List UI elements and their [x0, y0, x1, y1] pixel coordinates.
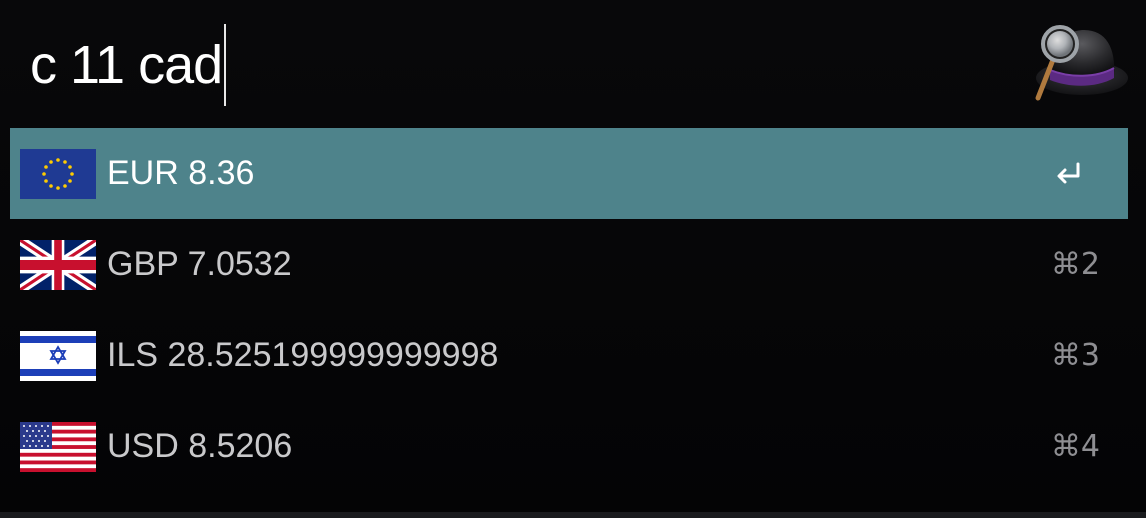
result-label: GBP 7.0532 — [107, 245, 292, 283]
uk-flag-icon — [20, 240, 96, 290]
search-query-text: c 11 cad — [30, 35, 223, 95]
search-input[interactable]: c 11 cad — [30, 24, 227, 106]
result-label: USD 8.5206 — [107, 427, 293, 465]
result-row-ils[interactable]: ILS 28.525199999999998 ⌘3 — [10, 310, 1128, 401]
results-list: EUR 8.36 GBP 7.0532 ⌘2 ILS 28.5251999999… — [10, 128, 1128, 492]
return-key-icon — [1057, 162, 1080, 184]
result-row-eur[interactable]: EUR 8.36 — [10, 128, 1128, 219]
result-label: ILS 28.525199999999998 — [107, 336, 499, 374]
alfred-hat-icon — [1035, 25, 1128, 101]
result-row-gbp[interactable]: GBP 7.0532 ⌘2 — [10, 219, 1128, 310]
launcher-window: c 11 cad EUR 8.36 GBP 7.0532 ⌘2 ILS 28.5… — [0, 0, 1146, 518]
result-label: EUR 8.36 — [107, 154, 255, 192]
us-flag-icon — [20, 422, 96, 472]
shortcut-hint: ⌘4 — [1050, 429, 1100, 464]
result-row-usd[interactable]: USD 8.5206 ⌘4 — [10, 401, 1128, 492]
israel-flag-icon — [20, 331, 96, 381]
shortcut-hint: ⌘3 — [1050, 338, 1100, 373]
shortcut-hint: ⌘2 — [1050, 247, 1100, 282]
search-bar[interactable]: c 11 cad — [0, 0, 1146, 126]
text-caret — [224, 24, 227, 106]
window-bottom-edge — [0, 512, 1146, 518]
eu-flag-icon — [20, 149, 96, 199]
